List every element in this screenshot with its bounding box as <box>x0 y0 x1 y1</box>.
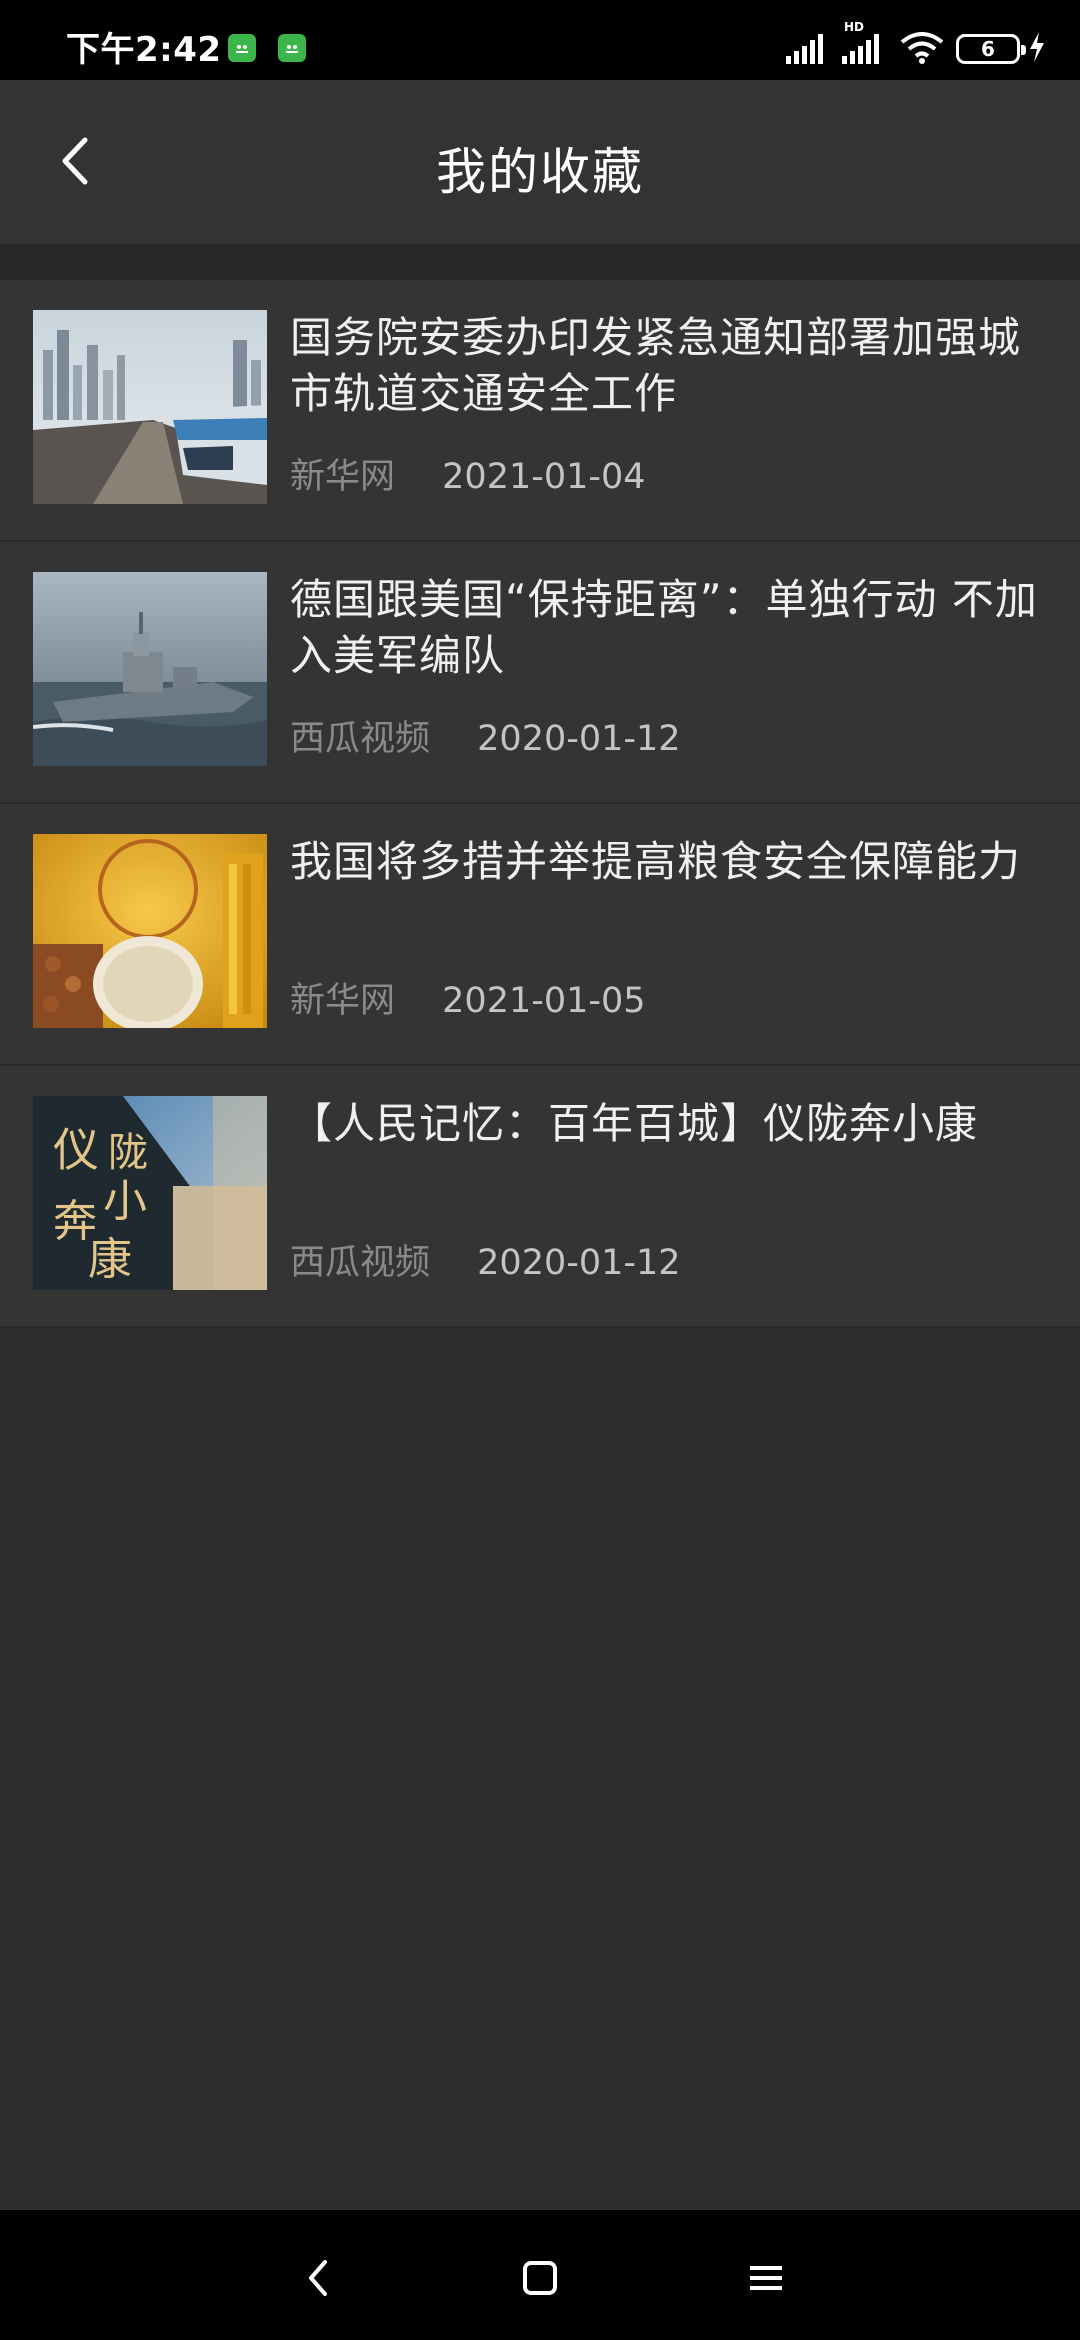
nav-menu-icon <box>750 2266 782 2290</box>
status-time: 下午2:42 <box>66 30 222 70</box>
screen: 下午2:42 HD 6 我的收藏 国务院安委办印发紧急通知部署加强城市轨道交通安… <box>0 0 1080 2340</box>
header-divider <box>0 244 1080 280</box>
news-title: 【人民记忆：百年百城】仪陇奔小康 <box>290 1099 979 1148</box>
charging-icon <box>1030 32 1044 62</box>
nav-home-icon <box>523 2261 557 2295</box>
wifi-icon <box>900 32 944 64</box>
news-date: 2020-01-12 <box>477 1243 681 1283</box>
list-item[interactable]: 德国跟美国“保持距离”：单独行动 不加入美军编队 西瓜视频 2020-01-12 <box>0 542 1080 804</box>
news-title: 德国跟美国“保持距离”：单独行动 不加入美军编队 <box>290 575 1038 680</box>
signal-icon <box>786 34 823 64</box>
train-thumbnail <box>33 310 267 504</box>
nav-back-icon <box>309 2260 327 2296</box>
signal-hd-icon <box>842 34 879 64</box>
news-date: 2021-01-04 <box>442 457 646 497</box>
svg-text:陇: 陇 <box>108 1130 148 1176</box>
news-meta: 新华网 2021-01-05 <box>290 980 646 1022</box>
title-bar: 我的收藏 <box>0 80 1080 244</box>
status-bar: 下午2:42 HD 6 <box>0 0 1080 80</box>
news-meta: 新华网 2021-01-04 <box>290 456 646 498</box>
city-thumbnail: 仪 陇 奔 小 康 <box>33 1096 267 1290</box>
nav-menu-button[interactable] <box>738 2250 794 2306</box>
app-notification-icon <box>278 34 306 62</box>
news-source: 西瓜视频 <box>290 719 431 759</box>
battery-level: 6 <box>981 37 995 61</box>
battery-icon: 6 <box>956 34 1026 64</box>
app-notification-icon <box>228 34 256 62</box>
list-item[interactable]: 仪 陇 奔 小 康 【人民记忆：百年百城】仪陇奔小康 西瓜视频 2020-01-… <box>0 1066 1080 1328</box>
news-title: 我国将多措并举提高粮食安全保障能力 <box>290 837 1022 886</box>
favorites-list: 国务院安委办印发紧急通知部署加强城市轨道交通安全工作 新华网 2021-01-0… <box>0 280 1080 1328</box>
news-source: 新华网 <box>290 457 396 497</box>
thumb-text: 仪 <box>53 1123 99 1177</box>
news-title: 国务院安委办印发紧急通知部署加强城市轨道交通安全工作 <box>290 313 1022 418</box>
news-meta: 西瓜视频 2020-01-12 <box>290 1242 681 1284</box>
svg-text:小: 小 <box>103 1176 147 1227</box>
grain-thumbnail <box>33 834 267 1028</box>
news-meta: 西瓜视频 2020-01-12 <box>290 718 681 760</box>
news-source: 新华网 <box>290 981 396 1021</box>
news-source: 西瓜视频 <box>290 1243 431 1283</box>
news-date: 2021-01-05 <box>442 981 646 1021</box>
list-item[interactable]: 我国将多措并举提高粮食安全保障能力 新华网 2021-01-05 <box>0 804 1080 1066</box>
list-item[interactable]: 国务院安委办印发紧急通知部署加强城市轨道交通安全工作 新华网 2021-01-0… <box>0 280 1080 542</box>
nav-home-button[interactable] <box>512 2250 568 2306</box>
warship-thumbnail <box>33 572 267 766</box>
system-nav-bar <box>0 2210 1080 2340</box>
page-title: 我的收藏 <box>436 143 644 201</box>
svg-text:康: 康 <box>88 1234 132 1285</box>
nav-back-button[interactable] <box>290 2250 346 2306</box>
news-date: 2020-01-12 <box>477 719 681 759</box>
